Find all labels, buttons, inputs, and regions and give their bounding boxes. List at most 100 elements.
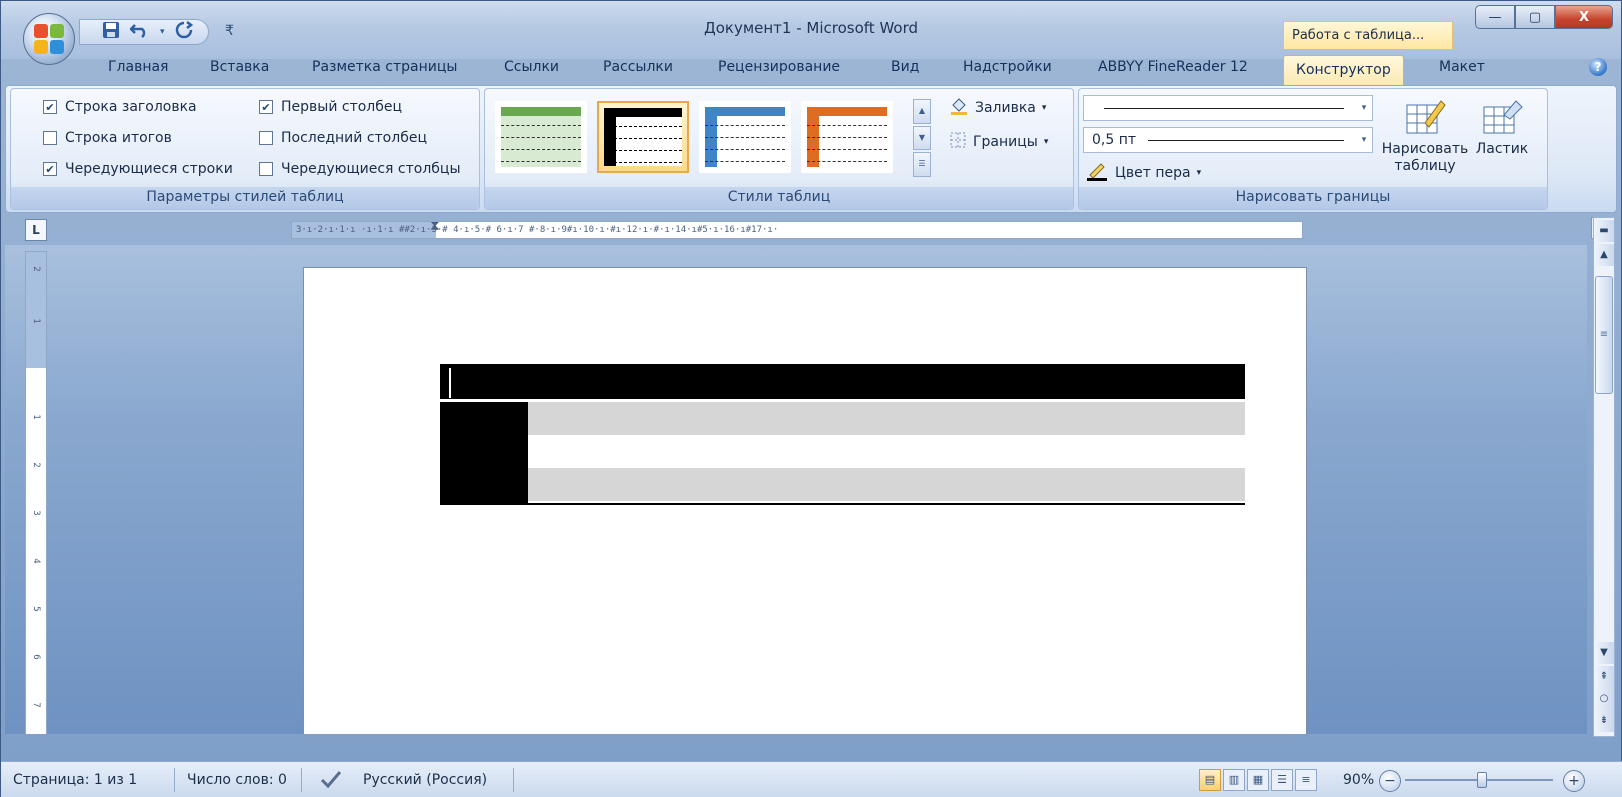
checkbox-header-row[interactable]: ✔ Строка заголовка — [43, 99, 197, 115]
gallery-more-icon[interactable]: ☰ — [913, 152, 931, 178]
checkbox-banded-rows[interactable]: ✔ Чередующиеся строки — [43, 161, 233, 177]
status-bar: Страница: 1 из 1 Число слов: 0 Русский (… — [1, 761, 1622, 797]
document-page[interactable] — [303, 267, 1307, 734]
page-count[interactable]: Страница: 1 из 1 — [13, 772, 137, 788]
outline-icon[interactable]: ☰ — [1271, 769, 1293, 791]
scroll-up-icon[interactable]: ▲ — [1594, 244, 1614, 266]
vruler-tick: 2 — [31, 266, 41, 272]
zoom-slider-handle[interactable] — [1477, 772, 1487, 788]
table-first-column[interactable] — [440, 402, 528, 503]
horizontal-ruler[interactable]: 3·ı·2·ı·1·ı ·ı·1·ı ##2·ı·3·# 4·ı·5·# 6·ı… — [291, 221, 1303, 239]
status-separator — [513, 768, 514, 792]
word-count[interactable]: Число слов: 0 — [187, 772, 287, 788]
scroll-split-icon[interactable]: ▬ — [1594, 220, 1614, 242]
checkbox-banded-columns[interactable]: Чередующиеся столбцы — [259, 161, 461, 177]
line-style-combo[interactable]: ▾ — [1083, 95, 1373, 121]
thumb-line — [604, 126, 682, 127]
thumb-first-column — [604, 117, 616, 166]
pen-icon — [1087, 161, 1109, 185]
tab-view[interactable]: Вид — [891, 59, 919, 75]
vruler-tick: 7 — [31, 702, 41, 708]
spelling-check-icon[interactable] — [319, 768, 343, 794]
zoom-out-icon[interactable]: − — [1379, 770, 1401, 792]
scroll-down-icon[interactable]: ▼ — [1594, 642, 1614, 664]
word-window: ▾ ₹ Документ1 - Microsoft Word Работа с … — [0, 0, 1622, 797]
checkbox-unchecked-icon — [259, 131, 273, 145]
draft-icon[interactable]: ≡ — [1295, 769, 1317, 791]
tab-design[interactable]: Конструктор — [1283, 55, 1404, 87]
table-row[interactable] — [528, 435, 1245, 468]
checkbox-first-column[interactable]: ✔ Первый столбец — [259, 99, 402, 115]
print-layout-icon[interactable]: ▤ — [1199, 769, 1221, 791]
draw-table-button[interactable]: Нарисовать таблицу — [1379, 97, 1471, 175]
vruler-tick: 2 — [31, 462, 41, 468]
group-label: Нарисовать границы — [1079, 187, 1547, 209]
tab-abbyy[interactable]: ABBYY FineReader 12 — [1098, 59, 1248, 75]
chevron-down-icon: ▾ — [1041, 103, 1047, 113]
checkbox-last-column[interactable]: Последний столбец — [259, 130, 427, 146]
paint-bucket-icon — [949, 97, 969, 119]
text-cursor — [449, 368, 451, 398]
shading-button[interactable]: Заливка ▾ — [949, 97, 1046, 119]
select-browse-object-icon[interactable]: ○ — [1594, 688, 1614, 710]
language-indicator[interactable]: Русский (Россия) — [363, 772, 487, 788]
previous-page-icon[interactable]: ⇞ — [1594, 666, 1614, 688]
tab-insert[interactable]: Вставка — [210, 59, 269, 75]
line-weight-sample — [1148, 139, 1344, 141]
table-style-black[interactable] — [597, 101, 689, 173]
tab-addins[interactable]: Надстройки — [963, 59, 1052, 75]
borders-button[interactable]: Границы ▾ — [949, 131, 1048, 153]
thumb-line — [705, 137, 785, 138]
document-table[interactable] — [440, 364, 1245, 505]
borders-icon — [949, 131, 967, 153]
checkbox-label: Строка итогов — [65, 130, 172, 146]
gallery-up-icon[interactable]: ▲ — [913, 99, 931, 124]
checkbox-label: Чередующиеся строки — [65, 161, 233, 177]
table-style-orange[interactable] — [801, 101, 893, 173]
table-style-green[interactable] — [495, 101, 587, 173]
vertical-scrollbar[interactable]: ▬ ▲ ≡ ▼ ⇞ ○ ⇟ — [1593, 217, 1615, 737]
table-body[interactable] — [440, 402, 1245, 505]
vertical-ruler[interactable]: 2 1 1 2 3 4 5 6 7 — [25, 251, 47, 734]
thumb-header-band — [807, 107, 887, 116]
tab-home[interactable]: Главная — [108, 59, 168, 75]
tab-layout[interactable]: Макет — [1439, 59, 1485, 75]
table-row[interactable] — [528, 402, 1245, 435]
table-header-row[interactable] — [440, 364, 1245, 402]
minimize-button[interactable]: — — [1475, 5, 1515, 29]
help-icon[interactable]: ? — [1589, 58, 1607, 76]
pen-color-button[interactable]: Цвет пера ▾ — [1087, 161, 1201, 185]
eraser-button[interactable]: Ластик — [1469, 97, 1535, 158]
tab-references[interactable]: Ссылки — [504, 59, 559, 75]
checkbox-total-row[interactable]: Строка итогов — [43, 130, 172, 146]
pen-color-label: Цвет пера — [1115, 165, 1191, 181]
tab-review[interactable]: Рецензирование — [718, 59, 840, 75]
table-style-blue[interactable] — [699, 101, 791, 173]
group-table-style-options: ✔ Строка заголовка Строка итогов ✔ Черед… — [10, 88, 480, 210]
draw-table-label-2: таблицу — [1394, 158, 1456, 174]
zoom-in-icon[interactable]: + — [1563, 770, 1585, 792]
indent-marker-icon[interactable]: ⧗ — [430, 222, 440, 234]
tab-mailings[interactable]: Рассылки — [603, 59, 673, 75]
office-button[interactable] — [23, 13, 75, 65]
vruler-tick: 4 — [31, 558, 41, 564]
tab-page-layout[interactable]: Разметка страницы — [312, 59, 457, 75]
eraser-label: Ластик — [1475, 141, 1529, 157]
window-controls: — ▢ X — [1475, 5, 1613, 29]
scroll-thumb[interactable]: ≡ — [1595, 276, 1613, 394]
chevron-down-icon: ▾ — [1361, 135, 1367, 145]
zoom-level[interactable]: 90% — [1343, 772, 1374, 788]
thumb-line — [807, 161, 887, 162]
tab-selector[interactable]: L — [25, 219, 47, 241]
maximize-button[interactable]: ▢ — [1515, 5, 1555, 29]
checkbox-unchecked-icon — [259, 162, 273, 176]
next-page-icon[interactable]: ⇟ — [1594, 710, 1614, 732]
table-row[interactable] — [528, 468, 1245, 501]
line-weight-combo[interactable]: 0,5 пт ▾ — [1083, 127, 1373, 153]
full-screen-reading-icon[interactable]: ▥ — [1223, 769, 1245, 791]
web-layout-icon[interactable]: ▦ — [1247, 769, 1269, 791]
group-label: Параметры стилей таблиц — [11, 187, 479, 209]
close-button[interactable]: X — [1555, 5, 1613, 29]
gallery-down-icon[interactable]: ▼ — [913, 125, 931, 151]
gallery-scroll: ▲ ▼ ☰ — [913, 99, 931, 178]
